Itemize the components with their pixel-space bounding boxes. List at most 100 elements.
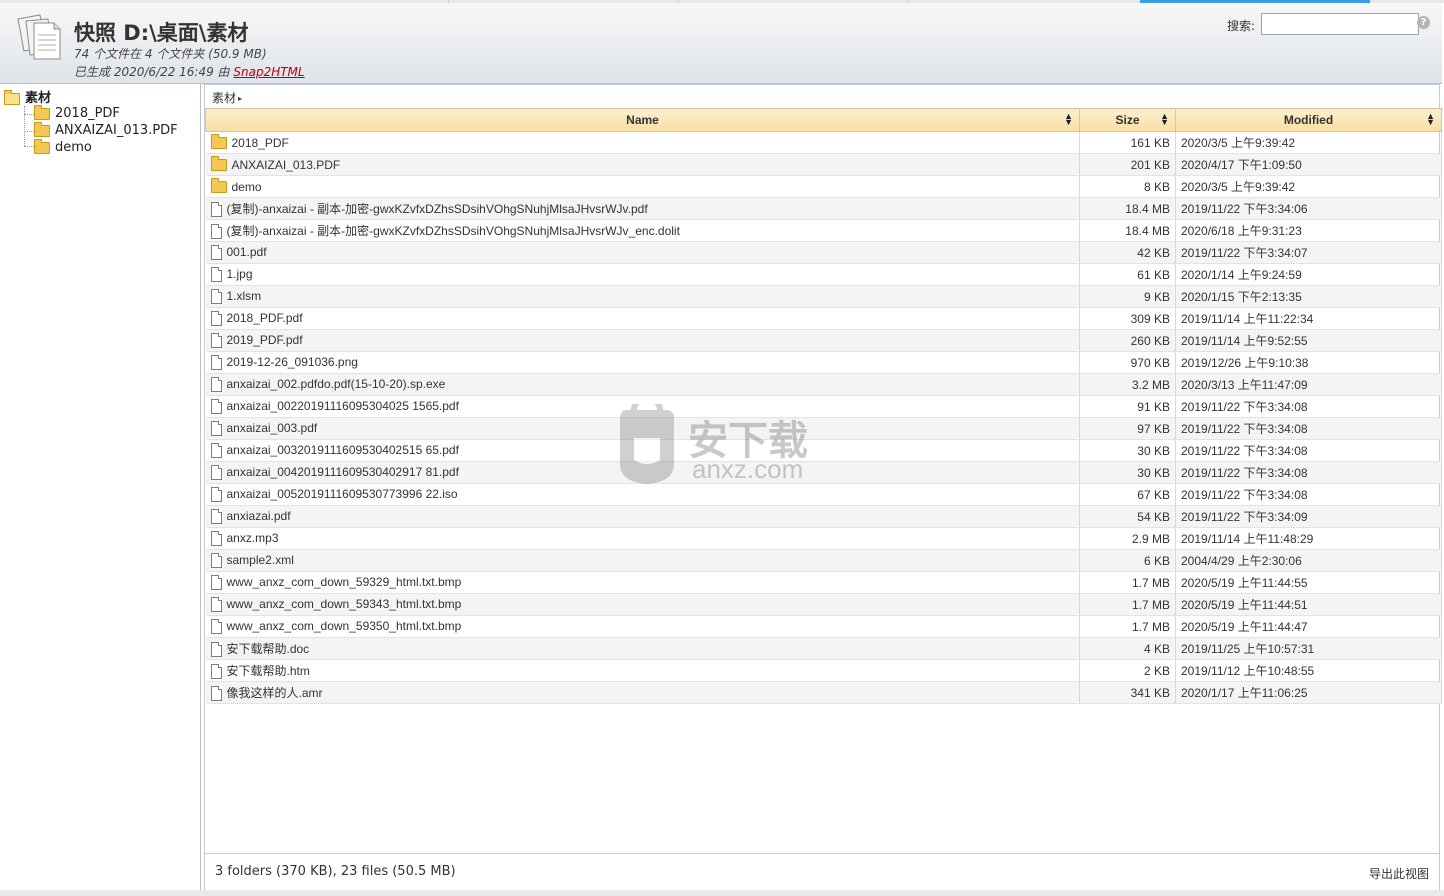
name-cell[interactable]: 像我这样的人.amr — [205, 681, 1080, 704]
breadcrumb-item[interactable]: 素材 — [212, 91, 236, 105]
item-name[interactable]: www_anxz_com_down_59329_html.txt.bmp — [227, 575, 462, 589]
item-name[interactable]: (复制)-anxaizai - 副本-加密-gwxKZvfxDZhsSDsihV… — [227, 202, 648, 216]
item-name[interactable]: anxaizai_0032019111609530402515 65.pdf — [227, 443, 459, 457]
file-row[interactable]: anxz.mp3 2.9 MB 2019/11/14 上午11:48:29 — [205, 527, 1442, 550]
item-name[interactable]: anxaizai_002.pdfdo.pdf(15-10-20).sp.exe — [227, 377, 446, 391]
name-cell[interactable]: anxaizai_0052019111609530773996 22.iso — [205, 483, 1080, 506]
page-title: 快照 D:\桌面\素材 — [74, 21, 249, 45]
file-row[interactable]: 001.pdf 42 KB 2019/11/22 下午3:34:07 — [205, 241, 1442, 264]
column-header-name[interactable]: Name ▲ ▼ — [205, 108, 1080, 132]
name-cell[interactable]: 2019-12-26_091036.png — [205, 351, 1080, 374]
file-row[interactable]: 1.jpg 61 KB 2020/1/14 上午9:24:59 — [205, 263, 1442, 286]
name-cell[interactable]: anxaizai_0032019111609530402515 65.pdf — [205, 439, 1080, 462]
name-cell[interactable]: 1.jpg — [205, 263, 1080, 286]
column-header-modified[interactable]: Modified ▲ ▼ — [1175, 108, 1442, 132]
name-cell[interactable]: (复制)-anxaizai - 副本-加密-gwxKZvfxDZhsSDsihV… — [205, 197, 1080, 220]
item-name[interactable]: 像我这样的人.amr — [227, 686, 323, 700]
item-name[interactable]: ANXAIZAI_013.PDF — [232, 158, 341, 172]
snap2html-link[interactable]: Snap2HTML — [233, 65, 304, 79]
file-row[interactable]: anxaizai_003.pdf 97 KB 2019/11/22 下午3:34:0… — [205, 417, 1442, 440]
item-name[interactable]: 001.pdf — [227, 245, 267, 259]
file-row[interactable]: 2019_PDF.pdf 260 KB 2019/11/14 上午9:52:55 — [205, 329, 1442, 352]
item-name[interactable]: 2018_PDF.pdf — [227, 311, 303, 325]
tree-item-2018-pdf[interactable]: 2018_PDF — [34, 104, 120, 123]
name-cell[interactable]: anxaizai_003.pdf — [205, 417, 1080, 440]
item-name[interactable]: 安下载帮助.htm — [227, 664, 310, 678]
file-row[interactable]: 2018_PDF.pdf 309 KB 2019/11/14 上午11:22:34 — [205, 307, 1442, 330]
file-row[interactable]: 安下载帮助.htm 2 KB 2019/11/12 上午10:48:55 — [205, 659, 1442, 682]
item-name[interactable]: sample2.xml — [227, 553, 294, 567]
modified-cell: 2019/11/14 上午11:48:29 — [1175, 527, 1442, 550]
file-row[interactable]: anxaizai_0042019111609530402917 81.pdf 30… — [205, 461, 1442, 484]
folder-row[interactable]: 2018_PDF 161 KB 2020/3/5 上午9:39:42 — [205, 131, 1442, 154]
name-cell[interactable]: www_anxz_com_down_59343_html.txt.bmp — [205, 593, 1080, 616]
file-row[interactable]: anxaizai_00220191116095304025 1565.pdf 91… — [205, 395, 1442, 418]
item-name[interactable]: anxz.mp3 — [227, 531, 279, 545]
breadcrumb: 素材 ▸ — [212, 89, 242, 106]
item-name[interactable]: 2019_PDF.pdf — [227, 333, 303, 347]
name-cell[interactable]: anxaizai_00220191116095304025 1565.pdf — [205, 395, 1080, 418]
export-view-link[interactable]: 导出此视图 — [1369, 865, 1429, 882]
help-icon[interactable]: ? — [1417, 16, 1430, 29]
file-row[interactable]: anxaizai_002.pdfdo.pdf(15-10-20).sp.exe 3… — [205, 373, 1442, 396]
file-row[interactable]: 1.xlsm 9 KB 2020/1/15 下午2:13:35 — [205, 285, 1442, 308]
tree-item-demo[interactable]: demo — [34, 138, 92, 157]
name-cell[interactable]: anxaizai_0042019111609530402917 81.pdf — [205, 461, 1080, 484]
name-cell[interactable]: (复制)-anxaizai - 副本-加密-gwxKZvfxDZhsSDsihV… — [205, 219, 1080, 242]
item-name[interactable]: (复制)-anxaizai - 副本-加密-gwxKZvfxDZhsSDsihV… — [227, 224, 680, 238]
item-name[interactable]: anxaizai_0042019111609530402917 81.pdf — [227, 465, 459, 479]
item-name[interactable]: 2018_PDF — [232, 136, 289, 150]
size-cell: 1.7 MB — [1079, 571, 1176, 594]
breadcrumb-arrow-icon[interactable]: ▸ — [238, 94, 242, 103]
item-name[interactable]: anxaizai_003.pdf — [227, 421, 318, 435]
file-row[interactable]: www_anxz_com_down_59343_html.txt.bmp 1.7 … — [205, 593, 1442, 616]
item-name[interactable]: anxaizai_0052019111609530773996 22.iso — [227, 487, 458, 501]
item-name[interactable]: 1.xlsm — [227, 289, 262, 303]
item-name[interactable]: anxaizai_00220191116095304025 1565.pdf — [227, 399, 459, 413]
name-cell[interactable]: 安下载帮助.htm — [205, 659, 1080, 682]
name-cell[interactable]: anxiazai.pdf — [205, 505, 1080, 528]
file-row[interactable]: 安下载帮助.doc 4 KB 2019/11/25 上午10:57:31 — [205, 637, 1442, 660]
name-cell[interactable]: sample2.xml — [205, 549, 1080, 572]
item-name[interactable]: 1.jpg — [227, 267, 253, 281]
file-row[interactable]: www_anxz_com_down_59329_html.txt.bmp 1.7 … — [205, 571, 1442, 594]
name-cell[interactable]: 2019_PDF.pdf — [205, 329, 1080, 352]
size-cell: 54 KB — [1079, 505, 1176, 528]
name-cell[interactable]: demo — [205, 175, 1080, 198]
tree-item-root[interactable]: 素材 — [4, 87, 51, 106]
item-name[interactable]: 安下载帮助.doc — [227, 642, 310, 656]
name-cell[interactable]: ANXAIZAI_013.PDF — [205, 153, 1080, 176]
tree-item-anxaizai-013[interactable]: ANXAIZAI_013.PDF — [34, 121, 178, 140]
file-row[interactable]: (复制)-anxaizai - 副本-加密-gwxKZvfxDZhsSDsihV… — [205, 197, 1442, 220]
name-cell[interactable]: 001.pdf — [205, 241, 1080, 264]
file-icon — [210, 202, 222, 218]
column-header-size[interactable]: Size ▲ ▼ — [1079, 108, 1176, 132]
file-row[interactable]: 像我这样的人.amr 341 KB 2020/1/17 上午11:06:25 — [205, 681, 1442, 704]
file-row[interactable]: www_anxz_com_down_59350_html.txt.bmp 1.7 … — [205, 615, 1442, 638]
name-cell[interactable]: anxz.mp3 — [205, 527, 1080, 550]
item-name[interactable]: 2019-12-26_091036.png — [227, 355, 358, 369]
file-row[interactable]: anxiazai.pdf 54 KB 2019/11/22 下午3:34:09 — [205, 505, 1442, 528]
name-cell[interactable]: 2018_PDF.pdf — [205, 307, 1080, 330]
file-row[interactable]: anxaizai_0032019111609530402515 65.pdf 30… — [205, 439, 1442, 462]
file-row[interactable]: anxaizai_0052019111609530773996 22.iso 67… — [205, 483, 1442, 506]
modified-cell: 2020/1/14 上午9:24:59 — [1175, 263, 1442, 286]
folder-row[interactable]: ANXAIZAI_013.PDF 201 KB 2020/4/17 下午1:09:5… — [205, 153, 1442, 176]
name-cell[interactable]: anxaizai_002.pdfdo.pdf(15-10-20).sp.exe — [205, 373, 1080, 396]
file-row[interactable]: (复制)-anxaizai - 副本-加密-gwxKZvfxDZhsSDsihV… — [205, 219, 1442, 242]
name-cell[interactable]: 安下载帮助.doc — [205, 637, 1080, 660]
name-cell[interactable]: 2018_PDF — [205, 131, 1080, 154]
folder-icon — [34, 121, 50, 137]
item-name[interactable]: demo — [232, 180, 262, 194]
search-input[interactable] — [1261, 13, 1419, 35]
file-row[interactable]: 2019-12-26_091036.png 970 KB 2019/12/26 上午… — [205, 351, 1442, 374]
snapshot-summary: 74 个文件在 4 个文件夹 (50.9 MB) — [74, 47, 267, 61]
item-name[interactable]: www_anxz_com_down_59343_html.txt.bmp — [227, 597, 462, 611]
name-cell[interactable]: www_anxz_com_down_59350_html.txt.bmp — [205, 615, 1080, 638]
name-cell[interactable]: www_anxz_com_down_59329_html.txt.bmp — [205, 571, 1080, 594]
folder-row[interactable]: demo 8 KB 2020/3/5 上午9:39:42 — [205, 175, 1442, 198]
name-cell[interactable]: 1.xlsm — [205, 285, 1080, 308]
item-name[interactable]: anxiazai.pdf — [227, 509, 291, 523]
item-name[interactable]: www_anxz_com_down_59350_html.txt.bmp — [227, 619, 462, 633]
file-row[interactable]: sample2.xml 6 KB 2004/4/29 上午2:30:06 — [205, 549, 1442, 572]
